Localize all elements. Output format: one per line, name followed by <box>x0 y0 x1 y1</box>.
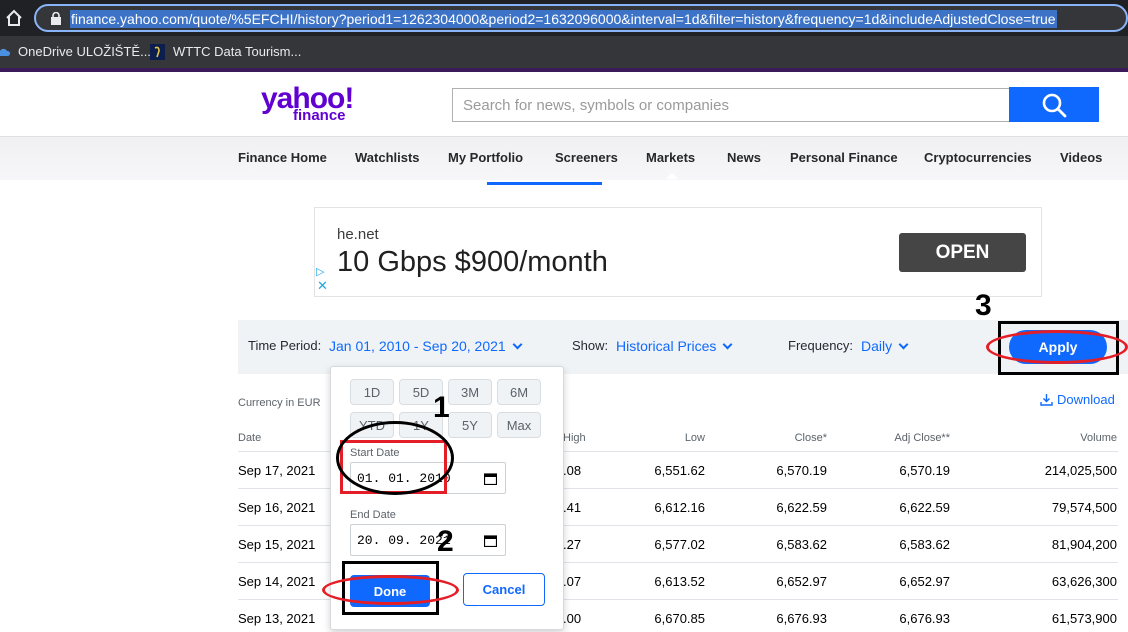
search-button[interactable] <box>1009 87 1099 122</box>
col-header-low: Low <box>684 432 705 444</box>
time-period-dropdown[interactable]: Jan 01, 2010 - Sep 20, 2021 <box>329 338 523 354</box>
range-1d-button[interactable]: 1D <box>350 379 394 405</box>
search-icon <box>1042 93 1067 117</box>
ad-domain: he.net <box>337 226 379 243</box>
nav-watchlists[interactable]: Watchlists <box>355 150 420 165</box>
chevron-down-icon <box>898 339 909 350</box>
cell-close: 6,622.59 <box>776 500 827 515</box>
annotation-ellipse-start-date <box>336 421 454 495</box>
cell-date: Sep 15, 2021 <box>238 537 316 552</box>
bookmarks-bar: OneDrive ULOŽIŠTĚ... WTTC Data Tourism..… <box>0 36 1128 68</box>
time-period-value: Jan 01, 2010 - Sep 20, 2021 <box>329 338 506 354</box>
browser-toolbar: finance.yahoo.com/quote/%5EFCHI/history?… <box>0 0 1128 36</box>
address-bar[interactable]: finance.yahoo.com/quote/%5EFCHI/history?… <box>34 4 1128 32</box>
cell-volume: 81,904,200 <box>1051 537 1117 552</box>
cell-adj-close: 6,570.19 <box>899 463 950 478</box>
download-label: Download <box>1057 392 1115 407</box>
frequency-value: Daily <box>861 338 893 354</box>
nav-hover-caret <box>666 173 678 179</box>
nav-markets[interactable]: Markets <box>646 150 695 165</box>
search-input[interactable] <box>452 88 1010 122</box>
url-text[interactable]: finance.yahoo.com/quote/%5EFCHI/history?… <box>70 10 1057 28</box>
calendar-icon[interactable] <box>484 472 497 485</box>
end-date-label: End Date <box>350 509 396 521</box>
calendar-icon[interactable] <box>484 534 497 547</box>
annotation-step-1: 1 <box>433 391 450 424</box>
range-6m-button[interactable]: 6M <box>497 379 541 405</box>
ad-close-icon[interactable]: ✕ <box>317 279 328 292</box>
advertisement[interactable]: he.net 10 Gbps $900/month OPEN ▷ ✕ <box>314 207 1042 297</box>
cancel-button[interactable]: Cancel <box>463 573 545 606</box>
cell-volume: 63,626,300 <box>1051 574 1117 589</box>
cell-low: 6,670.85 <box>654 611 705 626</box>
chevron-down-icon <box>722 339 733 350</box>
nav-finance-home[interactable]: Finance Home <box>238 150 327 165</box>
annotation-ellipse-apply <box>986 330 1128 364</box>
download-link[interactable]: Download <box>1040 392 1115 407</box>
range-5y-button[interactable]: 5Y <box>448 412 492 438</box>
cell-low: 6,577.02 <box>654 537 705 552</box>
nav-screeners[interactable]: Screeners <box>555 150 618 165</box>
cell-low: 6,612.16 <box>654 500 705 515</box>
home-icon[interactable] <box>4 8 24 28</box>
ad-open-button[interactable]: OPEN <box>899 233 1026 272</box>
cell-volume: 214,025,500 <box>1044 463 1117 478</box>
yahoo-finance-logo[interactable]: yahoo! finance <box>261 84 361 126</box>
bookmark-wttc[interactable]: WTTC Data Tourism... <box>173 43 301 61</box>
lock-icon <box>51 12 61 25</box>
nav-personal-finance[interactable]: Personal Finance <box>790 150 898 165</box>
nav-cryptocurrencies[interactable]: Cryptocurrencies <box>924 150 1032 165</box>
cell-date: Sep 17, 2021 <box>238 463 316 478</box>
end-date-input[interactable]: 20. 09. 2021 <box>350 524 506 556</box>
nav-news[interactable]: News <box>727 150 761 165</box>
download-icon <box>1040 394 1053 406</box>
cell-adj-close: 6,652.97 <box>899 574 950 589</box>
col-header-date: Date <box>238 432 262 444</box>
cell-close: 6,570.19 <box>776 463 827 478</box>
frequency-dropdown[interactable]: Daily <box>861 338 909 354</box>
cell-adj-close: 6,622.59 <box>899 500 950 515</box>
bookmark-onedrive[interactable]: OneDrive ULOŽIŠTĚ... <box>18 43 151 61</box>
nav-active-indicator <box>487 182 602 185</box>
show-value: Historical Prices <box>616 338 717 354</box>
onedrive-icon <box>0 48 10 56</box>
cell-date: Sep 13, 2021 <box>238 611 316 626</box>
cell-adj-close: 6,676.93 <box>899 611 950 626</box>
annotation-step-2: 2 <box>437 525 454 558</box>
cell-close: 6,676.93 <box>776 611 827 626</box>
wttc-icon <box>150 44 165 60</box>
range-max-button[interactable]: Max <box>497 412 541 438</box>
col-header-close: Close* <box>794 432 827 444</box>
range-3m-button[interactable]: 3M <box>448 379 492 405</box>
chevron-down-icon <box>512 339 523 350</box>
currency-note: Currency in EUR <box>238 397 321 409</box>
show-dropdown[interactable]: Historical Prices <box>616 338 733 354</box>
cell-low: 6,613.52 <box>654 574 705 589</box>
col-header-volume: Volume <box>1080 432 1117 444</box>
nav-my-portfolio[interactable]: My Portfolio <box>448 150 523 165</box>
show-label: Show: <box>572 338 609 353</box>
annotation-ellipse-done <box>322 575 459 605</box>
cell-volume: 61,573,900 <box>1051 611 1117 626</box>
cell-low: 6,551.62 <box>654 463 705 478</box>
cell-close: 6,583.62 <box>776 537 827 552</box>
cell-date: Sep 16, 2021 <box>238 500 316 515</box>
cell-volume: 79,574,500 <box>1051 500 1117 515</box>
cell-date: Sep 14, 2021 <box>238 574 316 589</box>
frequency-label: Frequency: <box>788 338 854 353</box>
logo-subtitle: finance <box>293 107 346 124</box>
annotation-step-3: 3 <box>975 289 992 322</box>
ad-choices-icon[interactable]: ▷ <box>316 265 324 278</box>
ad-headline[interactable]: 10 Gbps $900/month <box>337 246 608 279</box>
cell-adj-close: 6,583.62 <box>899 537 950 552</box>
time-period-label: Time Period: <box>248 338 322 353</box>
cell-close: 6,652.97 <box>776 574 827 589</box>
nav-videos[interactable]: Videos <box>1060 150 1102 165</box>
col-header-adj-close: Adj Close** <box>894 432 950 444</box>
